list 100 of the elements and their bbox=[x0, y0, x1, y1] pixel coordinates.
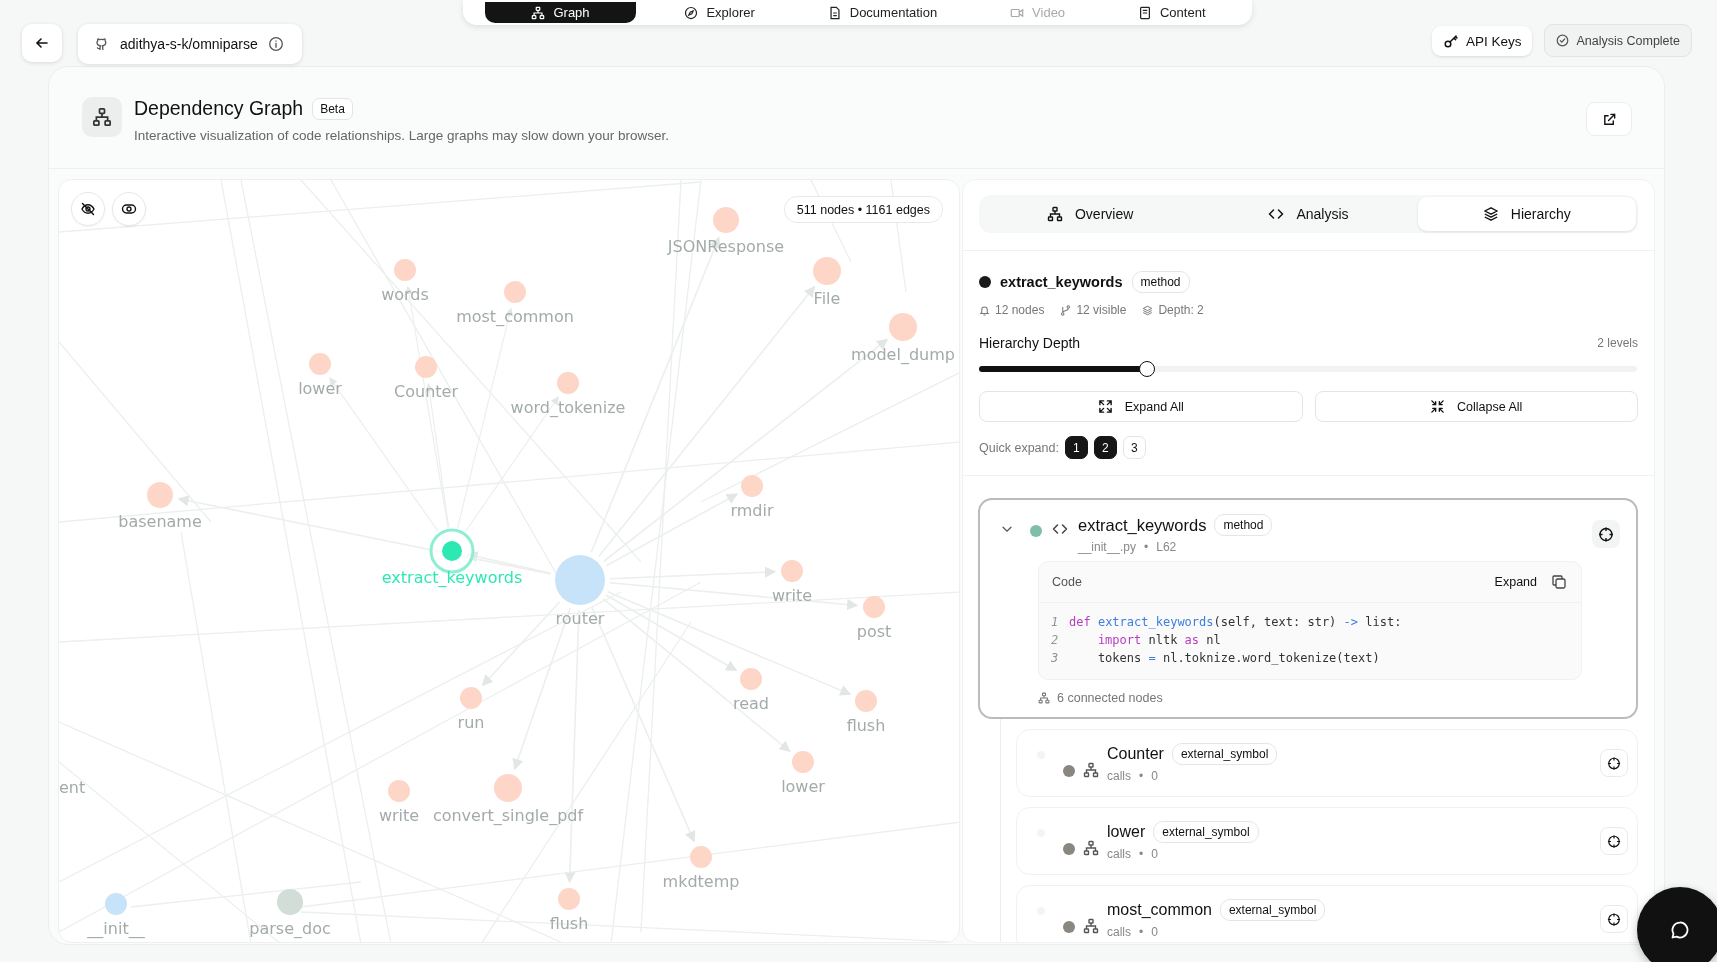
nav-tab[interactable]: Explorer bbox=[660, 3, 779, 22]
quick-expand-option[interactable]: 2 bbox=[1093, 436, 1117, 459]
nav-tab[interactable]: Documentation bbox=[803, 3, 962, 22]
toggle-view-button[interactable] bbox=[112, 192, 146, 226]
node-label: convert_single_pdf bbox=[432, 806, 584, 825]
panel-tab[interactable]: Overview bbox=[981, 197, 1200, 231]
check-circle-icon bbox=[1556, 34, 1570, 47]
tab-icon bbox=[1047, 206, 1063, 222]
node-label: flush bbox=[846, 716, 886, 735]
slider-thumb[interactable] bbox=[1138, 361, 1155, 377]
collapse-all-button[interactable]: Collapse All bbox=[1314, 391, 1638, 422]
graph-node[interactable] bbox=[889, 313, 917, 341]
graph-node[interactable] bbox=[415, 356, 437, 378]
graph-node[interactable] bbox=[460, 687, 482, 709]
nav-tab[interactable]: Content bbox=[1113, 3, 1230, 22]
info-icon[interactable] bbox=[267, 36, 284, 52]
depth-reading: 2 levels bbox=[1597, 336, 1638, 350]
open-external-icon bbox=[1601, 111, 1617, 127]
panel-tab[interactable]: Analysis bbox=[1199, 197, 1418, 231]
status-button[interactable]: Analysis Complete bbox=[1544, 24, 1692, 57]
selected-node-name: extract_keywords bbox=[1000, 274, 1123, 290]
quick-expand-option[interactable]: 1 bbox=[1064, 436, 1088, 459]
tab-icon bbox=[1482, 206, 1499, 222]
expand-code-button[interactable]: Expand bbox=[1494, 575, 1537, 589]
graph-node[interactable] bbox=[863, 596, 885, 618]
graph-node[interactable] bbox=[494, 774, 522, 802]
separator-dot: • bbox=[1139, 925, 1144, 939]
type-label: external_symbol bbox=[1171, 743, 1278, 765]
tab-icon bbox=[1268, 206, 1285, 222]
node-label: read bbox=[733, 694, 769, 713]
quick-expand-option[interactable]: 3 bbox=[1122, 436, 1146, 459]
locate-button[interactable] bbox=[1600, 827, 1628, 855]
graph-node[interactable] bbox=[558, 888, 580, 910]
graph-node[interactable] bbox=[277, 889, 303, 915]
graph-node[interactable] bbox=[813, 257, 841, 285]
bell-icon bbox=[979, 304, 990, 316]
expand-all-button[interactable]: Expand All bbox=[979, 391, 1303, 422]
page-subtitle: Interactive visualization of code relationships. Large graphs may slow down your browser. bbox=[134, 128, 670, 143]
node-stat: 12 nodes bbox=[995, 303, 1045, 317]
child-node-card[interactable]: Counter external_symbol calls • 0 bbox=[1016, 729, 1638, 797]
node-label: rmdir bbox=[730, 501, 774, 520]
quick-expand-label: Quick expand: bbox=[979, 440, 1059, 455]
type-label: external_symbol bbox=[1219, 899, 1326, 921]
hide-labels-button[interactable] bbox=[71, 192, 105, 226]
crosshair-icon bbox=[1598, 525, 1614, 543]
graph-node[interactable] bbox=[855, 690, 877, 712]
graph-node[interactable] bbox=[394, 259, 416, 281]
depth-label: Hierarchy Depth bbox=[979, 335, 1081, 351]
code-line: def extract_keywords(self, text: str) -> list: bbox=[1069, 614, 1402, 631]
back-button[interactable] bbox=[22, 24, 62, 62]
graph-icon bbox=[531, 5, 546, 20]
graph-node[interactable] bbox=[741, 475, 763, 497]
chat-button[interactable] bbox=[1637, 887, 1717, 962]
node-label: model_dump bbox=[851, 345, 955, 364]
page-title: Dependency Graph bbox=[134, 97, 304, 120]
line-number: 2 bbox=[1051, 632, 1059, 649]
graph-node[interactable] bbox=[105, 893, 127, 915]
crosshair-icon bbox=[1607, 832, 1621, 850]
node-label: run bbox=[457, 713, 485, 732]
graph-node[interactable] bbox=[309, 353, 331, 375]
graph-node[interactable] bbox=[740, 668, 762, 690]
call-count: 0 bbox=[1151, 847, 1158, 861]
child-node-name: Counter bbox=[1107, 745, 1164, 763]
locate-button[interactable] bbox=[1600, 905, 1628, 933]
repository-chip[interactable]: adithya-s-k/omniparse bbox=[78, 24, 302, 64]
child-node-card[interactable]: most_common external_symbol calls • 0 bbox=[1016, 885, 1638, 942]
child-node-card[interactable]: lower external_symbol calls • 0 bbox=[1016, 807, 1638, 875]
separator-dot: • bbox=[1144, 540, 1149, 554]
graph-node[interactable] bbox=[388, 780, 410, 802]
collapse-icon bbox=[1430, 399, 1446, 414]
open-external-button[interactable] bbox=[1586, 102, 1632, 136]
back-arrow-icon bbox=[34, 35, 50, 51]
code-line: import nltk as nl bbox=[1096, 632, 1221, 649]
graph-node[interactable] bbox=[147, 482, 173, 508]
type-label: external_symbol bbox=[1153, 821, 1259, 843]
line-number: 1 bbox=[1051, 614, 1059, 631]
graph-node[interactable] bbox=[713, 207, 739, 233]
copy-icon[interactable] bbox=[1551, 574, 1567, 590]
depth-slider[interactable] bbox=[979, 360, 1638, 378]
node-name: extract_keywords bbox=[1078, 515, 1207, 535]
graph-node[interactable] bbox=[792, 751, 814, 773]
child-node-name: lower bbox=[1107, 823, 1146, 841]
node-stat: Depth: 2 bbox=[1158, 303, 1204, 317]
panel-tab[interactable]: Hierarchy bbox=[1417, 197, 1636, 231]
graph-node[interactable] bbox=[781, 560, 803, 582]
node-label: post bbox=[856, 622, 892, 641]
crosshair-icon bbox=[1607, 910, 1621, 928]
expanded-node-card[interactable]: extract_keywords method __init__.py • L62 Code Expand 1 def extract_keywords(self, text: str) -> list: 2 import nltk as nl 3 tokens = nl.toknize.word_tokenize(text) 6 connected nodes bbox=[978, 498, 1638, 719]
graph-node[interactable] bbox=[557, 372, 579, 394]
hierarchy-icon bbox=[92, 107, 112, 127]
relation-label: calls bbox=[1107, 925, 1131, 939]
nav-tab[interactable]: Graph bbox=[485, 2, 636, 23]
locate-button[interactable] bbox=[1592, 520, 1620, 548]
graph-node[interactable] bbox=[504, 281, 526, 303]
separator-dot: • bbox=[1139, 847, 1144, 861]
graph-node[interactable] bbox=[555, 555, 605, 605]
api-keys-button[interactable]: API Keys bbox=[1431, 26, 1533, 56]
graph-node[interactable] bbox=[690, 846, 712, 868]
document-icon bbox=[827, 5, 842, 20]
locate-button[interactable] bbox=[1600, 749, 1628, 777]
